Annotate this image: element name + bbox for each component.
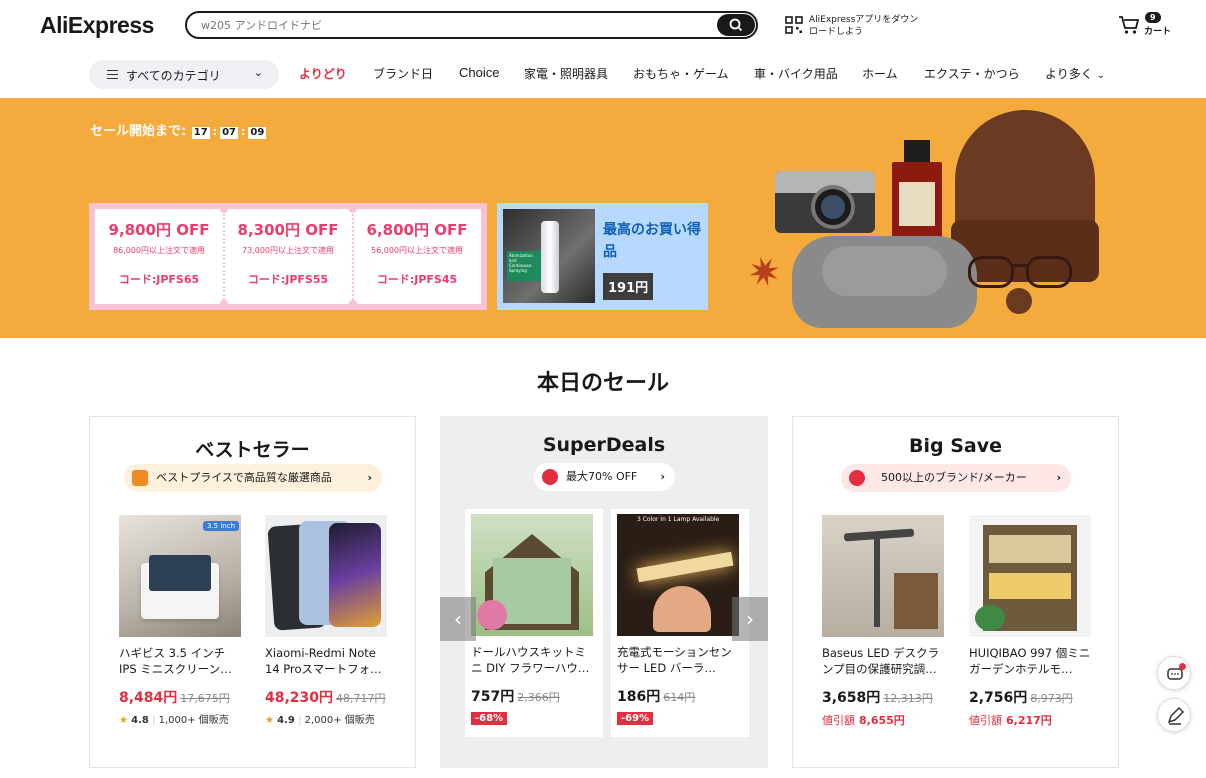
- product-image: [969, 515, 1091, 637]
- product-image: 3 Color In 1 Lamp Available: [617, 514, 739, 636]
- product-image: [265, 515, 387, 637]
- chevron-right-icon: ›: [367, 471, 372, 484]
- product-card[interactable]: 3 Color In 1 Lamp Available 充電式モーションセンサー…: [617, 514, 739, 725]
- pinecone-image: [1006, 288, 1032, 314]
- nav-item-electronics[interactable]: 家電・照明器具: [524, 65, 608, 82]
- cart-count-badge: 9: [1145, 12, 1161, 23]
- product-image: [471, 514, 593, 636]
- star-icon: ★: [265, 715, 274, 726]
- discount-badge: -69%: [617, 712, 654, 725]
- notification-dot: [1179, 663, 1186, 670]
- cart-button[interactable]: 9 カート: [1118, 12, 1178, 42]
- coupon-card[interactable]: 9,800円 OFF 86,000円以上注文で適用 コード:JPFS65: [95, 209, 223, 304]
- product-card[interactable]: ドールハウスキットミニ DIY フラワーハウ… 757円 2,366円 -68%: [471, 514, 593, 725]
- search-icon: [729, 18, 743, 32]
- bigsave-pill[interactable]: 500以上のブランド/メーカー ›: [841, 464, 1071, 492]
- chevron-right-icon: ›: [746, 607, 754, 631]
- nav-item-extensions-wigs[interactable]: エクステ・かつら: [924, 65, 1020, 82]
- nav-item-toys-games[interactable]: おもちゃ・ゲーム: [633, 65, 729, 82]
- carousel-prev-button[interactable]: ‹: [440, 597, 476, 641]
- search-input[interactable]: [201, 16, 701, 34]
- section-title: 本日のセール: [536, 371, 669, 396]
- star-icon: ★: [119, 715, 128, 726]
- cart-icon: [1119, 16, 1140, 34]
- bestseller-pill[interactable]: ベストプライスで高品質な厳選商品 ›: [124, 464, 382, 492]
- chevron-right-icon: ›: [660, 470, 665, 483]
- countdown-hours: 17: [191, 127, 210, 139]
- sale-countdown: セール開始まで: 17:07:09: [90, 124, 267, 139]
- chat-button[interactable]: [1157, 656, 1191, 690]
- best-deal-card[interactable]: Atomization and Continuous Spraying 最高のお…: [497, 203, 708, 310]
- header: AliExpress AliExpressアプリをダウン ロードしよう 9 カー…: [0, 0, 1206, 50]
- search-bar: [185, 11, 758, 39]
- chevron-down-icon: ⌄: [1096, 70, 1105, 81]
- app-download-text: AliExpressアプリをダウン ロードしよう: [809, 15, 919, 37]
- nav-item-choice[interactable]: Choice: [459, 65, 499, 80]
- nav-item-auto-moto[interactable]: 車・バイク用品: [754, 65, 838, 82]
- nav-item-home[interactable]: ホーム: [862, 65, 898, 82]
- countdown-minutes: 07: [220, 127, 238, 139]
- coupon-card[interactable]: 8,300円 OFF 73,000円以上注文で適用 コード:JPFS55: [224, 209, 352, 304]
- superdeals-icon: [542, 469, 558, 485]
- product-image: [822, 515, 944, 637]
- search-button[interactable]: [717, 14, 755, 36]
- column-title: SuperDeals: [542, 434, 666, 456]
- chevron-left-icon: ‹: [454, 607, 462, 631]
- chevron-right-icon: ›: [1056, 471, 1061, 484]
- edit-icon: [1167, 706, 1185, 725]
- camera-image: [775, 163, 880, 235]
- column-title: Big Save: [909, 435, 1002, 457]
- chat-icon: [1167, 668, 1183, 680]
- app-download-link[interactable]: AliExpressアプリをダウン ロードしよう: [785, 14, 935, 40]
- column-title: ベストセラー: [195, 439, 310, 461]
- hoodie-image: [792, 236, 977, 328]
- countdown-seconds: 09: [248, 127, 267, 139]
- product-card[interactable]: 3.5 inch ハギビス 3.5 インチ IPS ミニスクリーン… 8,484…: [119, 515, 241, 726]
- deal-price: 191円: [603, 273, 654, 300]
- aliexpress-logo[interactable]: AliExpress: [40, 12, 154, 39]
- brand-icon: [849, 470, 865, 486]
- coupon-card[interactable]: 6,800円 OFF 56,000円以上注文で適用 コード:JPFS45: [353, 209, 481, 304]
- discount-badge: -68%: [471, 712, 508, 725]
- nav-item-more[interactable]: より多く ⌄: [1045, 65, 1105, 82]
- coupon-strip: 9,800円 OFF 86,000円以上注文で適用 コード:JPFS65 8,3…: [89, 203, 487, 310]
- bigsave-column: Big Save 500以上のブランド/メーカー › Baseus LED デス…: [792, 416, 1119, 768]
- maple-leaf-icon: ✷: [742, 246, 787, 300]
- bestseller-column: ベストセラー ベストプライスで高品質な厳選商品 › 3.5 inch ハギビス …: [89, 416, 416, 768]
- menu-icon: [107, 70, 118, 79]
- product-card[interactable]: Xiaomi-Redmi Note 14 Proスマートフォ… 48,230円 4…: [265, 515, 387, 726]
- product-card[interactable]: HUIQIBAO 997 個ミニガーデンホテルモ… 2,756円 8,973円 値…: [969, 515, 1091, 728]
- qr-code-icon: [785, 16, 803, 34]
- cart-label: カート: [1144, 27, 1172, 37]
- deal-title: 最高のお買い得品: [603, 222, 701, 260]
- category-nav: すべてのカテゴリ ⌄ よりどり ブランド日 Choice 家電・照明器具 おもち…: [0, 58, 1206, 90]
- product-image: 3.5 inch: [119, 515, 241, 637]
- product-card[interactable]: Baseus LED デスクランプ目の保護研究調… 3,658円 12,313円 …: [822, 515, 944, 728]
- sale-banner[interactable]: セール開始まで: 17:07:09 9,800円 OFF 86,000円以上注文…: [0, 98, 1206, 338]
- all-categories-button[interactable]: すべてのカテゴリ ⌄: [89, 60, 279, 89]
- superdeals-column: SuperDeals 最大70% OFF › ドールハウスキットミニ DIY フ…: [440, 416, 768, 768]
- carousel-next-button[interactable]: ›: [732, 597, 768, 641]
- nav-item-brand-day[interactable]: ブランド日: [373, 65, 433, 82]
- chevron-down-icon: ⌄: [253, 66, 263, 79]
- superdeals-pill[interactable]: 最大70% OFF ›: [534, 463, 675, 491]
- spray-bottle-image: Atomization and Continuous Spraying: [503, 209, 595, 303]
- eyeglasses-image: [968, 250, 1078, 290]
- nav-item-yoridori[interactable]: よりどり: [299, 65, 347, 82]
- shopping-bag-icon: [132, 470, 148, 486]
- feedback-button[interactable]: [1157, 698, 1191, 732]
